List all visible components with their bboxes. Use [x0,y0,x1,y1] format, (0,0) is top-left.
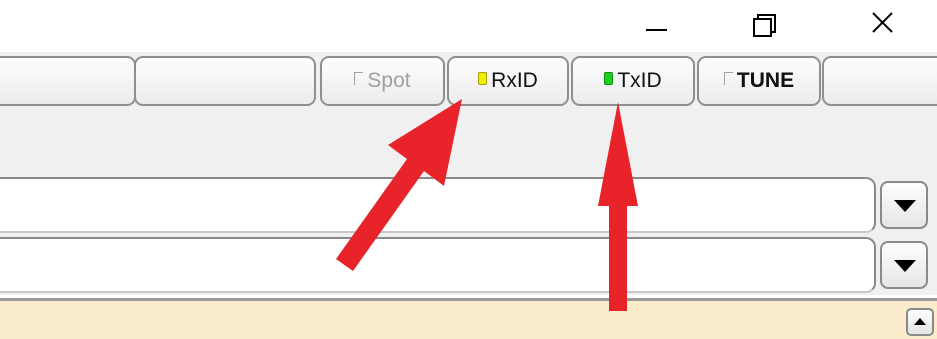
txid-label: TxID [617,69,662,92]
restore-icon [753,14,776,37]
minimize-button[interactable] [624,0,686,52]
tune-button[interactable]: TUNE [697,56,821,106]
combo-box-2 [0,235,937,295]
panel-band [0,109,937,175]
title-bar [0,0,937,52]
chevron-up-icon [914,318,926,325]
tune-label: TUNE [736,69,795,92]
txid-indicator-icon [604,71,614,85]
close-button[interactable] [851,0,913,52]
minimize-icon [646,29,667,31]
combo-dropdown-button-2[interactable] [880,241,928,289]
notes-textarea[interactable] [0,298,937,339]
rxid-indicator-icon [478,71,488,85]
combo-field-2[interactable] [0,237,876,293]
chevron-down-icon [894,260,916,272]
toolbar-button-7[interactable] [822,56,937,106]
combo-dropdown-button-1[interactable] [880,181,928,229]
restore-button[interactable] [735,0,797,52]
spot-label: Spot [367,69,411,92]
spot-button[interactable]: Spot [320,56,445,106]
tune-indicator-icon [723,71,733,85]
toolbar-button-1[interactable] [0,56,136,106]
rxid-label: RxID [491,69,538,92]
toolbar: Spot RxID TxID TUNE [0,52,937,109]
spot-indicator-icon [354,71,364,85]
close-icon [872,12,893,33]
scroll-up-button[interactable] [906,308,934,336]
combo-box-1 [0,175,937,235]
chevron-down-icon [894,200,916,212]
txid-button[interactable]: TxID [571,56,695,106]
combo-field-1[interactable] [0,177,876,233]
rxid-button[interactable]: RxID [447,56,569,106]
toolbar-button-2[interactable] [134,56,316,106]
